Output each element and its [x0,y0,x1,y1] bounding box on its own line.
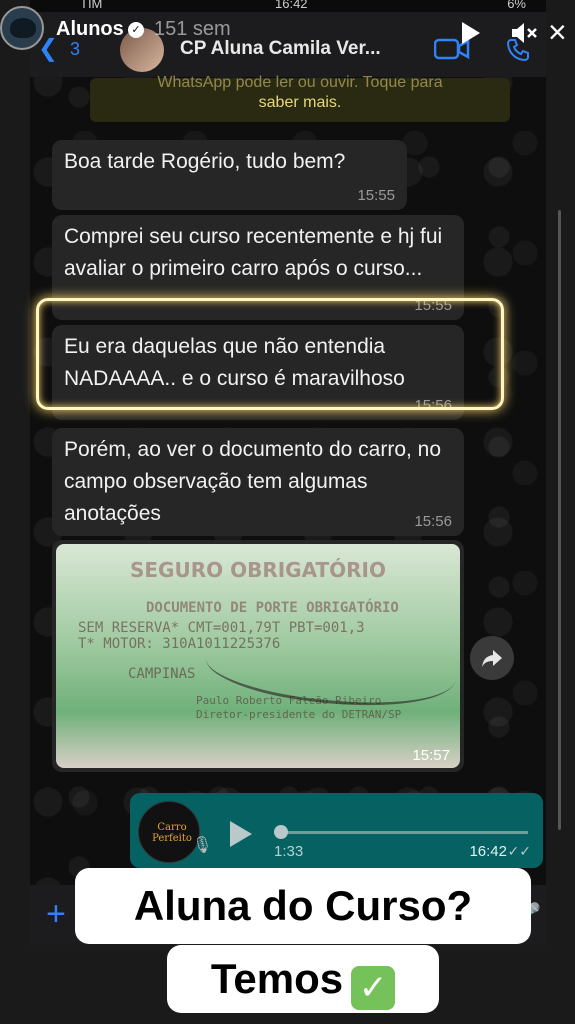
message-bubble[interactable]: Comprei seu curso recentemente e hj fui … [52,215,464,320]
message-time: 15:56 [414,513,452,530]
story-viewer: TIM 16:42 6% ❮ 3 CP Aluna Camila Ver... … [0,0,575,1024]
doc-line: DOCUMENTO DE PORTE OBRIGATÓRIO [146,600,399,616]
story-avatar[interactable] [0,6,44,50]
caption-text: Temos [210,955,344,1002]
audio-progress-track[interactable] [278,831,528,834]
mute-icon[interactable] [510,20,538,46]
doc-line: Diretor-presidente do DETRAN/SP [196,708,402,721]
story-header: Alunos ✓ 151 sem × [0,0,575,50]
encryption-notice[interactable]: WhatsApp pode ler ou ouvir. Toque para s… [90,74,510,122]
message-text: Boa tarde Rogério, tudo bem? [64,150,346,173]
brand-logo-text: Carro Perfeito [152,822,192,844]
play-icon[interactable] [462,22,480,44]
story-age: 151 sem [154,18,231,40]
caption-text: Aluna do Curso? [133,882,473,929]
encryption-line-1: WhatsApp pode ler ou ouvir. Toque para [157,74,443,91]
play-icon[interactable] [230,821,252,847]
message-text: Eu era daquelas que não entendia NADAAAA… [64,335,405,390]
message-bubble[interactable]: Porém, ao ver o documento do carro, no c… [52,428,464,536]
audio-scrub-handle[interactable] [274,825,288,839]
doc-title: SEGURO OBRIGATÓRIO [129,558,386,582]
scrollbar[interactable] [558,210,561,830]
forward-arrow-icon [482,650,502,667]
close-icon[interactable]: × [548,14,567,51]
sender-avatar: Carro Perfeito [138,801,200,863]
message-time: 15:55 [414,297,452,314]
message-time: 15:55 [357,187,395,204]
encryption-line-2: saber mais. [258,94,342,111]
story-username[interactable]: Alunos [56,18,124,41]
forward-button[interactable] [470,636,514,680]
message-time: 15:57 [412,747,450,764]
read-receipt-icon: ✓✓ [507,843,531,859]
message-bubble[interactable]: Boa tarde Rogério, tudo bem? 15:55 [52,140,407,210]
caption-line-2: Temos ✓ [167,945,439,1013]
caption-line-1: Aluna do Curso? [75,868,531,944]
message-time: 15:56 [414,397,452,414]
check-mark-icon: ✓ [351,966,396,1010]
vehicle-document-photo[interactable]: SEGURO OBRIGATÓRIO DOCUMENTO DE PORTE OB… [56,544,460,768]
message-time: 16:42 [469,843,507,860]
attach-plus-icon[interactable]: + [46,895,66,934]
microphone-icon: 🎙 [192,837,213,854]
image-message[interactable]: SEGURO OBRIGATÓRIO DOCUMENTO DE PORTE OB… [52,540,464,772]
audio-message[interactable]: Carro Perfeito 🎙 1:33 16:42 ✓✓ [130,793,543,868]
message-text: Comprei seu curso recentemente e hj fui … [64,225,443,280]
message-bubble[interactable]: Eu era daquelas que não entendia NADAAAA… [52,325,464,420]
audio-duration: 1:33 [274,843,304,860]
verified-badge-icon: ✓ [128,22,144,38]
message-text: Porém, ao ver o documento do carro, no c… [64,438,442,525]
